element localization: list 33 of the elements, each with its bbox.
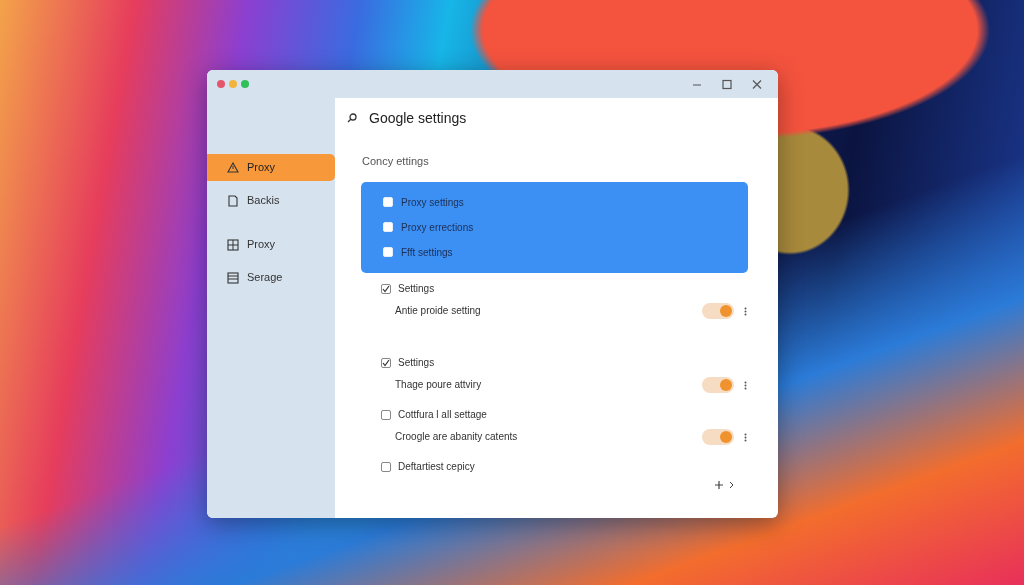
window-title: Google settings [369,108,467,128]
sidebar-item[interactable]: Backis [207,187,335,214]
setting-label: Deftartiest cepicy [398,460,475,474]
document-icon [227,194,239,207]
setting-description: Antie proide setting [395,304,481,318]
search-icon[interactable] [347,113,357,123]
maximize-icon[interactable] [721,78,733,90]
checkbox[interactable] [381,461,391,472]
close-icon[interactable] [751,78,763,90]
section-title: Concy ettings [362,154,430,169]
checkbox[interactable] [381,409,391,420]
warning-icon [227,161,239,174]
setting-description: Croogle are abanity catents [395,430,518,444]
sidebar-item[interactable]: Proxy [207,231,335,258]
close-dot-icon[interactable] [217,80,225,88]
setting-label: Settings [398,356,435,370]
checkbox[interactable] [381,357,391,368]
toggle-switch[interactable] [702,428,734,445]
option-label: Ffft settings [401,245,453,260]
option-label: Proxy errections [401,220,474,235]
checkbox[interactable] [381,283,391,294]
maximize-dot-icon[interactable] [241,80,249,88]
setting-label: Settings [398,282,435,296]
minimize-dot-icon[interactable] [229,80,237,88]
sidebar-item[interactable]: Proxy [207,154,335,181]
setting-description: Thage poure attviry [395,378,482,392]
grid-icon [227,238,239,251]
sidebar-item[interactable]: Serage [207,264,335,291]
toggle-switch[interactable] [702,376,734,393]
option-label: Proxy settings [401,195,464,210]
setting-label: Cottfura l all settage [398,408,487,422]
list-icon [227,271,239,284]
toggle-switch[interactable] [702,302,734,319]
